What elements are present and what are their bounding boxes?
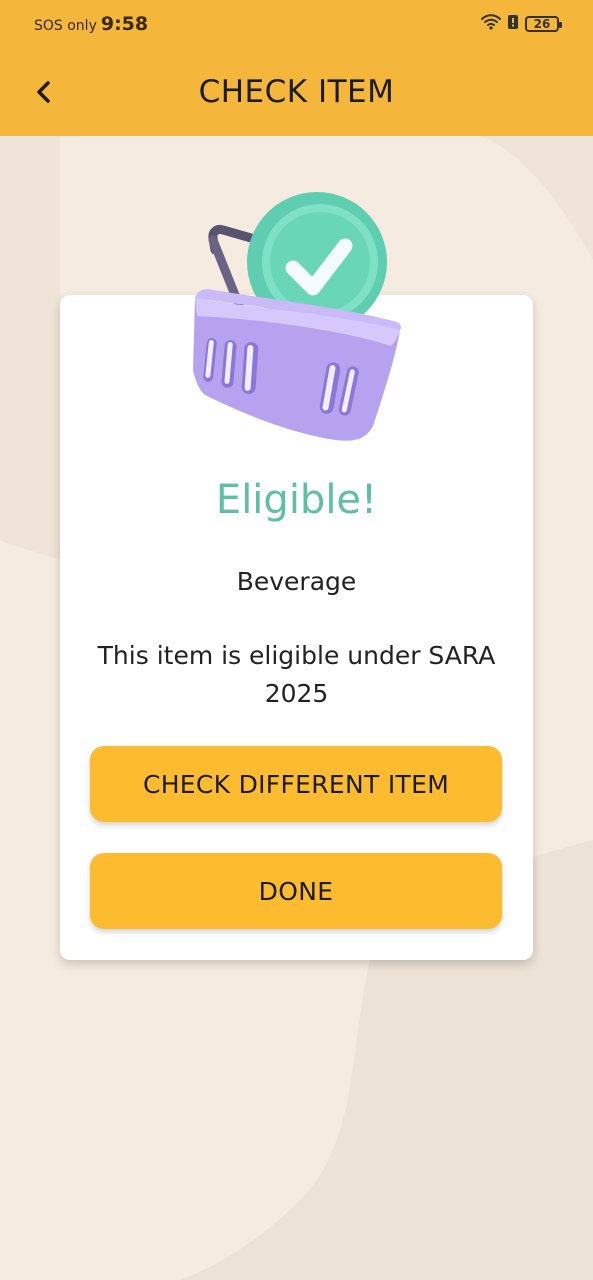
eligibility-message: This item is eligible under SARA 2025 (97, 641, 496, 708)
done-button[interactable]: DONE (90, 853, 502, 929)
alert-icon (507, 14, 519, 34)
battery-level: 26 (533, 17, 551, 31)
eligibility-status: Eligible! (215, 477, 378, 523)
item-category: Beverage (236, 567, 357, 596)
status-bar: SOS only 9:58 26 (0, 0, 593, 48)
check-different-item-button[interactable]: CHECK DIFFERENT ITEM (90, 746, 502, 822)
carrier-text: SOS only (34, 18, 97, 34)
app-bar: CHECK ITEM (0, 48, 593, 136)
basket-check-icon (193, 192, 401, 441)
battery-icon: 26 (525, 16, 562, 32)
page-title: CHECK ITEM (198, 74, 395, 110)
status-icons: 26 (481, 14, 562, 34)
status-left: SOS only 9:58 (34, 13, 148, 35)
wifi-icon (481, 14, 501, 34)
clock: 9:58 (100, 13, 149, 35)
